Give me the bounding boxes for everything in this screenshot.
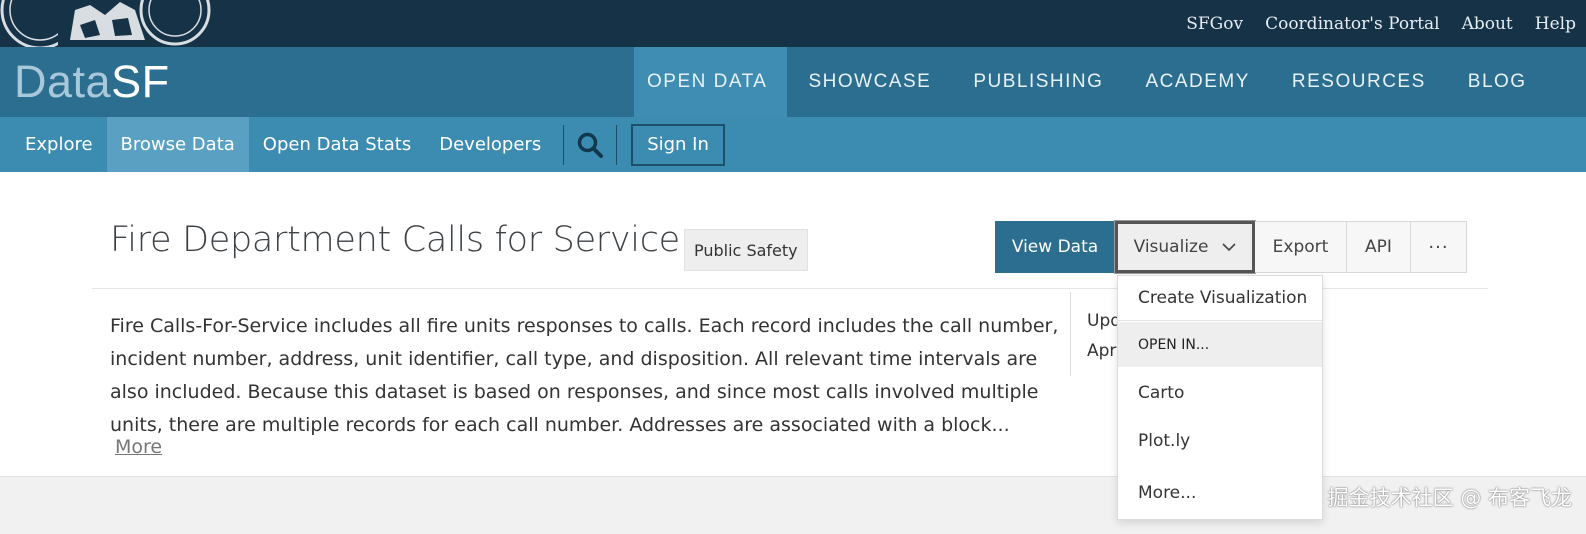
sub-nav-open-data-stats[interactable]: Open Data Stats bbox=[249, 117, 425, 172]
top-utility-bar: SFGov Coordinator's Portal About Help bbox=[0, 0, 1586, 50]
dataset-actions: View Data Visualize Export API ··· bbox=[995, 221, 1467, 273]
sub-nav-developers[interactable]: Developers bbox=[425, 117, 555, 172]
visualize-button[interactable]: Visualize bbox=[1115, 221, 1255, 273]
menu-section-open-in: OPEN IN... bbox=[1118, 322, 1322, 367]
search-icon bbox=[577, 132, 604, 158]
sub-nav-explore[interactable]: Explore bbox=[0, 117, 107, 172]
sign-in-button[interactable]: Sign In bbox=[631, 123, 725, 166]
logo-text-sf: SF bbox=[111, 56, 170, 107]
visualize-dropdown-menu: Create Visualization OPEN IN... Carto Pl… bbox=[1117, 275, 1323, 520]
main-nav-academy[interactable]: ACADEMY bbox=[1124, 47, 1270, 117]
sub-nav-browse-data[interactable]: Browse Data bbox=[106, 117, 249, 172]
page-title: Fire Department Calls for Service bbox=[110, 220, 680, 260]
main-nav-resources[interactable]: RESOURCES bbox=[1271, 47, 1447, 117]
main-nav: OPEN DATA SHOWCASE PUBLISHING ACADEMY RE… bbox=[634, 47, 1548, 117]
top-link-about[interactable]: About bbox=[1462, 14, 1513, 34]
visualize-button-label: Visualize bbox=[1133, 237, 1209, 257]
page: SFGov Coordinator's Portal About Help Da… bbox=[0, 0, 1586, 534]
menu-item-carto[interactable]: Carto bbox=[1118, 369, 1322, 417]
more-link[interactable]: More bbox=[115, 436, 162, 458]
main-nav-showcase[interactable]: SHOWCASE bbox=[787, 47, 952, 117]
datasf-logo[interactable]: DataSF bbox=[14, 57, 170, 107]
main-nav-bar: DataSF OPEN DATA SHOWCASE PUBLISHING ACA… bbox=[0, 47, 1586, 117]
logo-text-data: Data bbox=[14, 56, 112, 107]
category-badge[interactable]: Public Safety bbox=[684, 229, 808, 271]
menu-item-more[interactable]: More... bbox=[1118, 468, 1322, 518]
top-link-coordinators-portal[interactable]: Coordinator's Portal bbox=[1265, 14, 1440, 34]
sub-nav-bar: Explore Browse Data Open Data Stats Deve… bbox=[0, 117, 1586, 172]
sub-nav: Explore Browse Data Open Data Stats Deve… bbox=[0, 117, 725, 172]
menu-item-create-visualization[interactable]: Create Visualization bbox=[1118, 276, 1322, 321]
more-actions-button[interactable]: ··· bbox=[1411, 221, 1467, 273]
city-seal-icon bbox=[0, 0, 211, 50]
chevron-down-icon bbox=[1222, 242, 1236, 251]
view-data-button[interactable]: View Data bbox=[995, 221, 1115, 273]
main-nav-open-data[interactable]: OPEN DATA bbox=[634, 47, 788, 117]
search-button[interactable] bbox=[564, 117, 616, 172]
menu-item-plotly[interactable]: Plot.ly bbox=[1118, 417, 1322, 465]
metadata-divider bbox=[1070, 292, 1071, 376]
top-link-help[interactable]: Help bbox=[1535, 14, 1576, 34]
dataset-description: Fire Calls-For-Service includes all fire… bbox=[110, 315, 1059, 436]
export-button[interactable]: Export bbox=[1255, 221, 1347, 273]
top-link-sfgov[interactable]: SFGov bbox=[1186, 14, 1243, 34]
api-button[interactable]: API bbox=[1347, 221, 1411, 273]
main-nav-publishing[interactable]: PUBLISHING bbox=[952, 47, 1124, 117]
watermark-text: 掘金技术社区 @ 布客飞龙 bbox=[1327, 486, 1572, 510]
main-nav-blog[interactable]: BLOG bbox=[1447, 47, 1548, 117]
sub-nav-divider bbox=[616, 124, 618, 165]
